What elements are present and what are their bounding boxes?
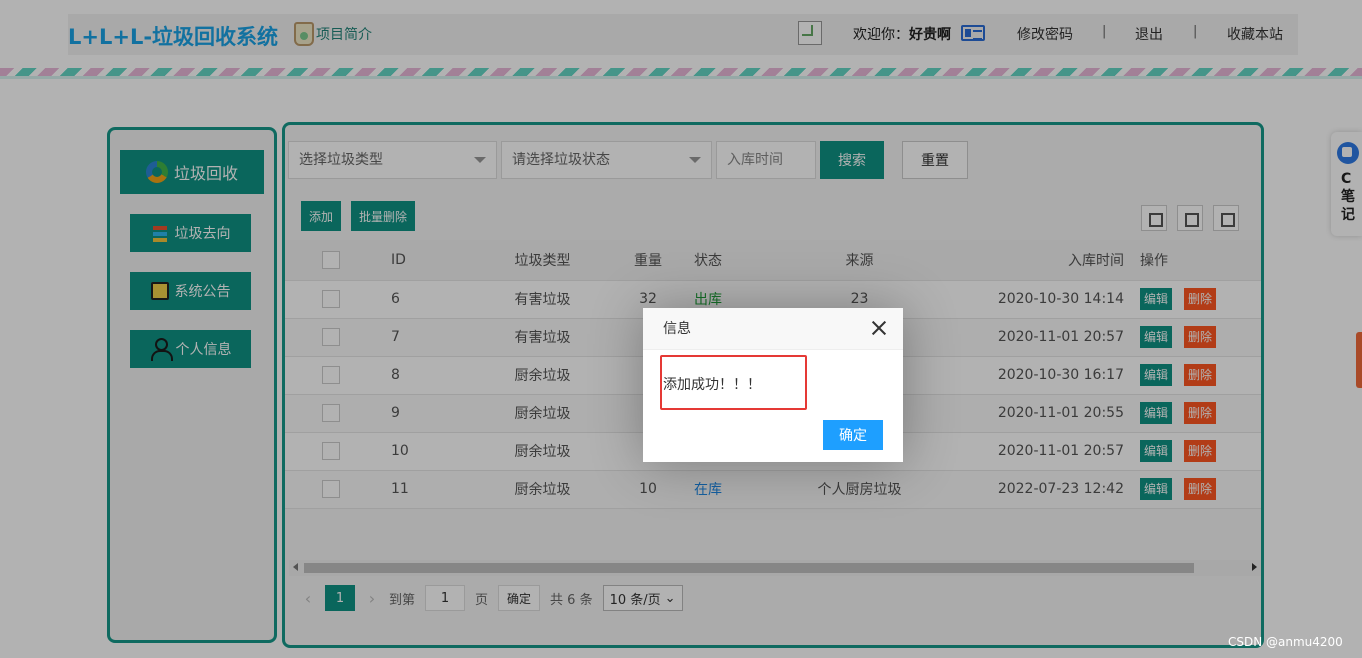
dialog-title: 信息	[663, 321, 691, 337]
close-icon[interactable]	[871, 320, 887, 336]
watermark: CSDN @anmu4200	[1228, 635, 1343, 649]
dialog-header: 信息	[643, 308, 903, 350]
dialog-ok-button[interactable]: 确定	[823, 420, 883, 450]
highlight-box	[660, 355, 807, 410]
